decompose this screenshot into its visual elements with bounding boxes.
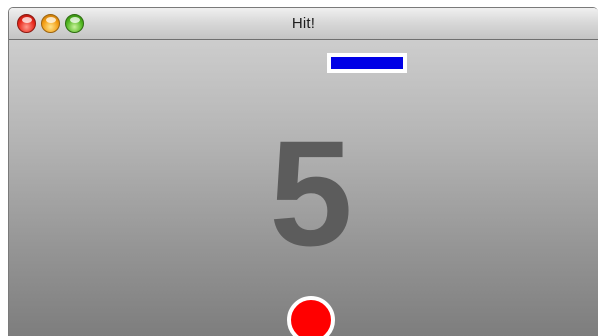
game-canvas[interactable]: 5	[9, 40, 598, 336]
window-title: Hit!	[291, 15, 316, 32]
ball	[287, 296, 335, 336]
game-window: Hit! 5	[8, 7, 598, 336]
paddle[interactable]	[327, 53, 407, 73]
title-bar[interactable]: Hit!	[9, 8, 598, 40]
paddle-fill	[331, 57, 403, 69]
score-display: 5	[269, 109, 353, 277]
